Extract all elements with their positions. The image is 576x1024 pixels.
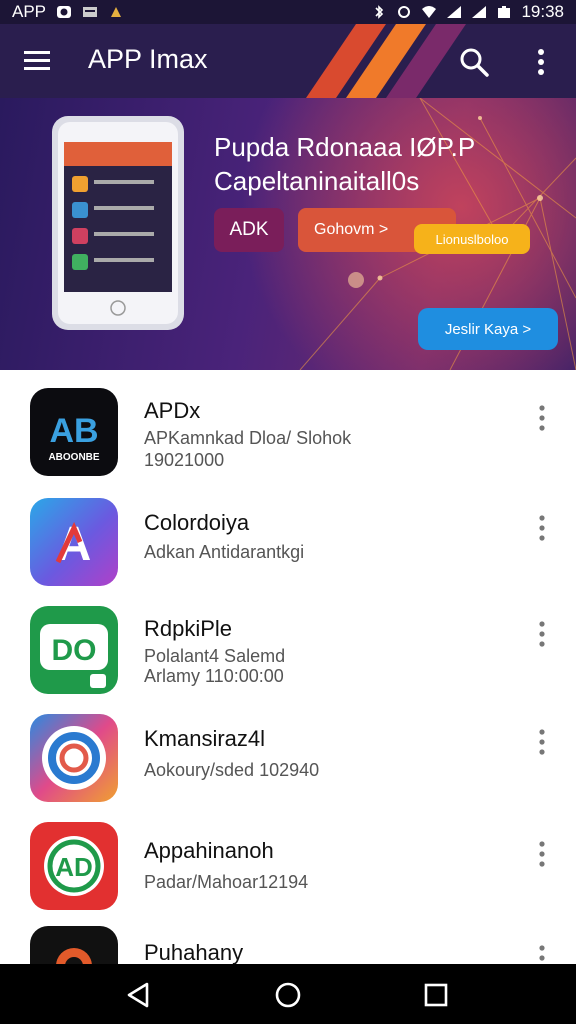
status-app-label: APP xyxy=(12,2,47,21)
appahinanoh-logo-icon: AD xyxy=(44,836,104,896)
system-nav-bar xyxy=(0,964,576,1024)
item-menu-icon[interactable] xyxy=(534,514,550,544)
app-name: Kmansiraz4l xyxy=(144,726,266,751)
bluetooth-icon xyxy=(375,5,384,19)
svg-text:ABOONBE: ABOONBE xyxy=(48,452,99,463)
status-time: 19:38 xyxy=(521,2,564,21)
rdpkiple-logo-icon: DO xyxy=(40,624,108,688)
menu-icon[interactable] xyxy=(24,48,52,74)
item-menu-icon[interactable] xyxy=(534,404,550,434)
search-icon[interactable] xyxy=(458,46,490,78)
recents-icon[interactable] xyxy=(419,978,453,1012)
image-icon xyxy=(83,7,98,17)
app-name: Appahinanoh xyxy=(144,838,274,863)
status-bar: APP 19:38 xyxy=(0,0,576,24)
app-icon xyxy=(30,714,118,802)
app-icon: A xyxy=(30,498,118,586)
list-item[interactable]: AB ABOONBE APDx APKamnkad Dloa/ Slohok 1… xyxy=(0,384,576,494)
blue-action-button[interactable]: Jeslir Kaya > xyxy=(418,308,558,350)
list-item[interactable]: DO RdpkiPle Polalant4 Salemd Arlamy 110:… xyxy=(0,604,576,714)
list-item[interactable]: Kmansiraz4l Aokoury/sded 102940 xyxy=(0,712,576,822)
item-menu-icon[interactable] xyxy=(534,840,550,870)
puhahany-logo-icon xyxy=(56,948,92,964)
item-menu-icon[interactable] xyxy=(534,620,550,650)
signal-icon xyxy=(447,6,462,18)
battery-icon xyxy=(498,6,511,18)
promo-banner: Pupda Rdonaaa IØP.P Capeltaninaitall0s A… xyxy=(0,98,576,370)
app-list: AB ABOONBE APDx APKamnkad Dloa/ Slohok 1… xyxy=(0,370,576,964)
notification-icon xyxy=(57,6,72,18)
list-item[interactable]: Puhahany xyxy=(0,926,576,964)
banner-headline-line2: Capeltaninaitall0s xyxy=(214,166,420,196)
app-detail-2: Arlamy 110:00:00 xyxy=(144,666,284,686)
app-detail-2: 19021000 xyxy=(144,450,225,470)
apdx-logo-icon: AB ABOONBE xyxy=(48,412,99,463)
item-menu-icon[interactable] xyxy=(534,728,550,758)
app-icon xyxy=(30,926,118,964)
app-detail: Adkan Antidarantkgi xyxy=(144,542,305,562)
list-item[interactable]: AD Appahinanoh Padar/Mahoar12194 xyxy=(0,820,576,930)
phone-illustration xyxy=(52,116,184,330)
app-name: Puhahany xyxy=(144,940,244,964)
apk-button[interactable]: ADK xyxy=(214,208,284,252)
leaf-icon xyxy=(111,7,122,17)
app-detail: Padar/Mahoar12194 xyxy=(144,872,309,892)
yellow-action-button[interactable]: Lionuslboloo xyxy=(414,224,530,254)
app-toolbar: APP Imax xyxy=(0,24,576,98)
app-detail: Aokoury/sded 102940 xyxy=(144,760,320,780)
app-name: RdpkiPle xyxy=(144,616,233,641)
svg-text:AD: AD xyxy=(55,852,93,882)
back-icon[interactable] xyxy=(121,978,155,1012)
app-name: Colordoiya xyxy=(144,510,250,535)
banner-headline: Pupda Rdonaaa IØP.P Capeltaninaitall0s xyxy=(214,130,475,198)
home-icon[interactable] xyxy=(271,978,305,1012)
svg-text:DO: DO xyxy=(52,634,97,667)
svg-text:AB: AB xyxy=(49,412,98,450)
app-icon: DO xyxy=(30,606,118,694)
toolbar-title: APP Imax xyxy=(88,44,208,74)
signal-icon-2 xyxy=(472,6,487,18)
list-item[interactable]: A Colordoiya Adkan Antidarantkgi xyxy=(0,496,576,606)
app-detail: Polalant4 Salemd xyxy=(144,646,286,666)
colordoiya-logo-icon: A xyxy=(55,518,91,571)
item-menu-icon[interactable] xyxy=(534,944,550,964)
app-icon: AD xyxy=(30,822,118,910)
overflow-menu-icon[interactable] xyxy=(532,46,550,78)
wifi-icon xyxy=(422,6,437,18)
kmansiraz-logo-icon xyxy=(42,726,106,790)
alarm-icon xyxy=(398,6,411,18)
app-detail: APKamnkad Dloa/ Slohok xyxy=(144,428,352,448)
banner-headline-line1: Pupda Rdonaaa IØP.P xyxy=(214,132,476,162)
app-name: APDx xyxy=(144,398,201,423)
app-icon: AB ABOONBE xyxy=(30,388,118,476)
decorative-stripes xyxy=(306,24,466,98)
